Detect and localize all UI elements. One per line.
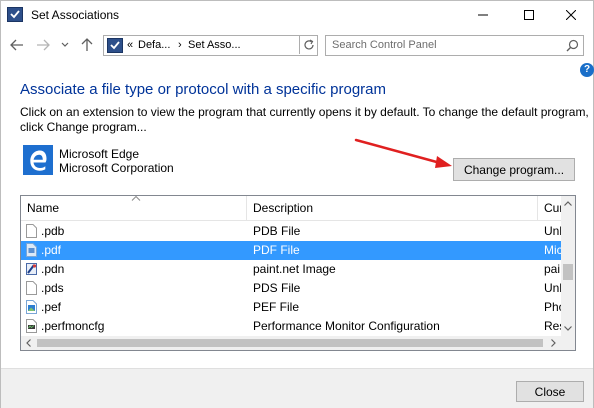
control-panel-icon <box>107 38 123 53</box>
breadcrumb-arrow: › <box>178 39 182 51</box>
microsoft-edge-icon <box>23 145 53 175</box>
row-current-default: pai <box>544 262 561 276</box>
refresh-icon <box>303 39 314 50</box>
window-title: Set Associations <box>31 8 120 22</box>
help-button[interactable]: ? <box>580 63 594 77</box>
page-heading: Associate a file type or protocol with a… <box>20 81 386 98</box>
close-button[interactable]: Close <box>516 381 584 402</box>
control-panel-icon <box>7 7 23 22</box>
set-associations-window: Set Associations « Defa... › Set Asso...… <box>0 0 594 408</box>
row-description: Performance Monitor Configuration <box>253 319 440 333</box>
row-current-default: Pho <box>544 300 561 314</box>
row-description: PDS File <box>253 281 301 295</box>
page-description: Click on an extension to view the progra… <box>20 105 589 134</box>
close-icon <box>566 10 576 20</box>
address-bar[interactable]: « Defa... › Set Asso... <box>103 35 396 56</box>
scroll-up-icon[interactable] <box>561 198 575 210</box>
list-header: Name Description Cur <box>21 196 561 221</box>
vertical-scrollbar[interactable] <box>561 196 575 336</box>
row-description: PEF File <box>253 300 300 314</box>
list-row-selected[interactable]: .pdf PDF File Mic <box>21 241 561 260</box>
column-header-description[interactable]: Description <box>247 196 538 221</box>
blank-file-icon <box>26 281 37 295</box>
image-file-icon <box>26 300 37 314</box>
maximize-button[interactable] <box>507 1 551 29</box>
minimize-button[interactable] <box>461 1 505 29</box>
search-input[interactable]: Search Control Panel <box>325 35 584 56</box>
breadcrumb-default-programs[interactable]: Defa... <box>138 39 170 51</box>
row-description: PDF File <box>253 243 300 257</box>
search-placeholder: Search Control Panel <box>332 39 437 51</box>
breadcrumb-set-associations[interactable]: Set Asso... <box>188 39 241 51</box>
blank-file-icon <box>26 224 37 238</box>
row-name: .pdn <box>41 262 65 276</box>
row-name: .perfmoncfg <box>41 319 105 333</box>
scroll-left-icon[interactable] <box>23 336 35 350</box>
search-icon <box>566 39 579 52</box>
minimize-icon <box>478 14 488 16</box>
close-window-button[interactable] <box>549 1 593 29</box>
row-current-default: Unl <box>544 281 561 295</box>
program-name: Microsoft Edge <box>59 147 140 161</box>
column-header-current-default[interactable]: Cur <box>538 196 561 221</box>
title-bar: Set Associations <box>1 1 593 29</box>
up-button[interactable] <box>79 37 95 53</box>
sort-ascending-icon <box>131 196 141 201</box>
back-button[interactable] <box>9 37 25 53</box>
dialog-footer: Close <box>1 368 593 408</box>
recent-locations-button[interactable] <box>59 37 71 53</box>
chevron-down-icon <box>61 42 69 47</box>
row-current-default: Unl <box>544 224 561 238</box>
arrow-up-icon <box>81 38 93 51</box>
row-name: .pdb <box>41 224 65 238</box>
maximize-icon <box>524 10 534 20</box>
list-row[interactable]: .pds PDS File Unl <box>21 279 561 298</box>
navigation-bar: « Defa... › Set Asso... Search Control P… <box>1 30 593 60</box>
perfmon-icon <box>26 319 37 333</box>
row-current-default: Res <box>544 319 561 333</box>
pdf-file-icon <box>26 243 37 257</box>
horizontal-scroll-thumb[interactable] <box>37 339 543 347</box>
change-program-button[interactable]: Change program... <box>453 158 575 181</box>
list-row[interactable]: .perfmoncfg Performance Monitor Configur… <box>21 317 561 336</box>
forward-button[interactable] <box>35 37 51 53</box>
scrollbar-corner <box>561 336 575 350</box>
row-description: paint.net Image <box>253 262 336 276</box>
horizontal-scrollbar[interactable] <box>21 336 561 350</box>
associations-list[interactable]: Name Description Cur .pdb PDB File Unl .… <box>20 195 576 351</box>
row-name: .pef <box>41 300 62 314</box>
vertical-scroll-thumb[interactable] <box>563 264 573 280</box>
scroll-right-icon[interactable] <box>547 336 559 350</box>
list-row[interactable]: .pdn paint.net Image pai <box>21 260 561 279</box>
paintnet-icon <box>26 263 37 275</box>
refresh-button[interactable] <box>299 36 317 54</box>
row-name: .pds <box>41 281 64 295</box>
program-company: Microsoft Corporation <box>59 161 174 175</box>
scroll-down-icon[interactable] <box>561 322 575 334</box>
arrow-left-icon <box>10 39 23 51</box>
row-name: .pdf <box>41 243 62 257</box>
list-row[interactable]: .pef PEF File Pho <box>21 298 561 317</box>
row-description: PDB File <box>253 224 301 238</box>
breadcrumb-separator: « <box>127 39 134 51</box>
row-current-default: Mic <box>544 243 561 257</box>
arrow-right-icon <box>37 39 50 51</box>
list-row[interactable]: .pdb PDB File Unl <box>21 222 561 241</box>
